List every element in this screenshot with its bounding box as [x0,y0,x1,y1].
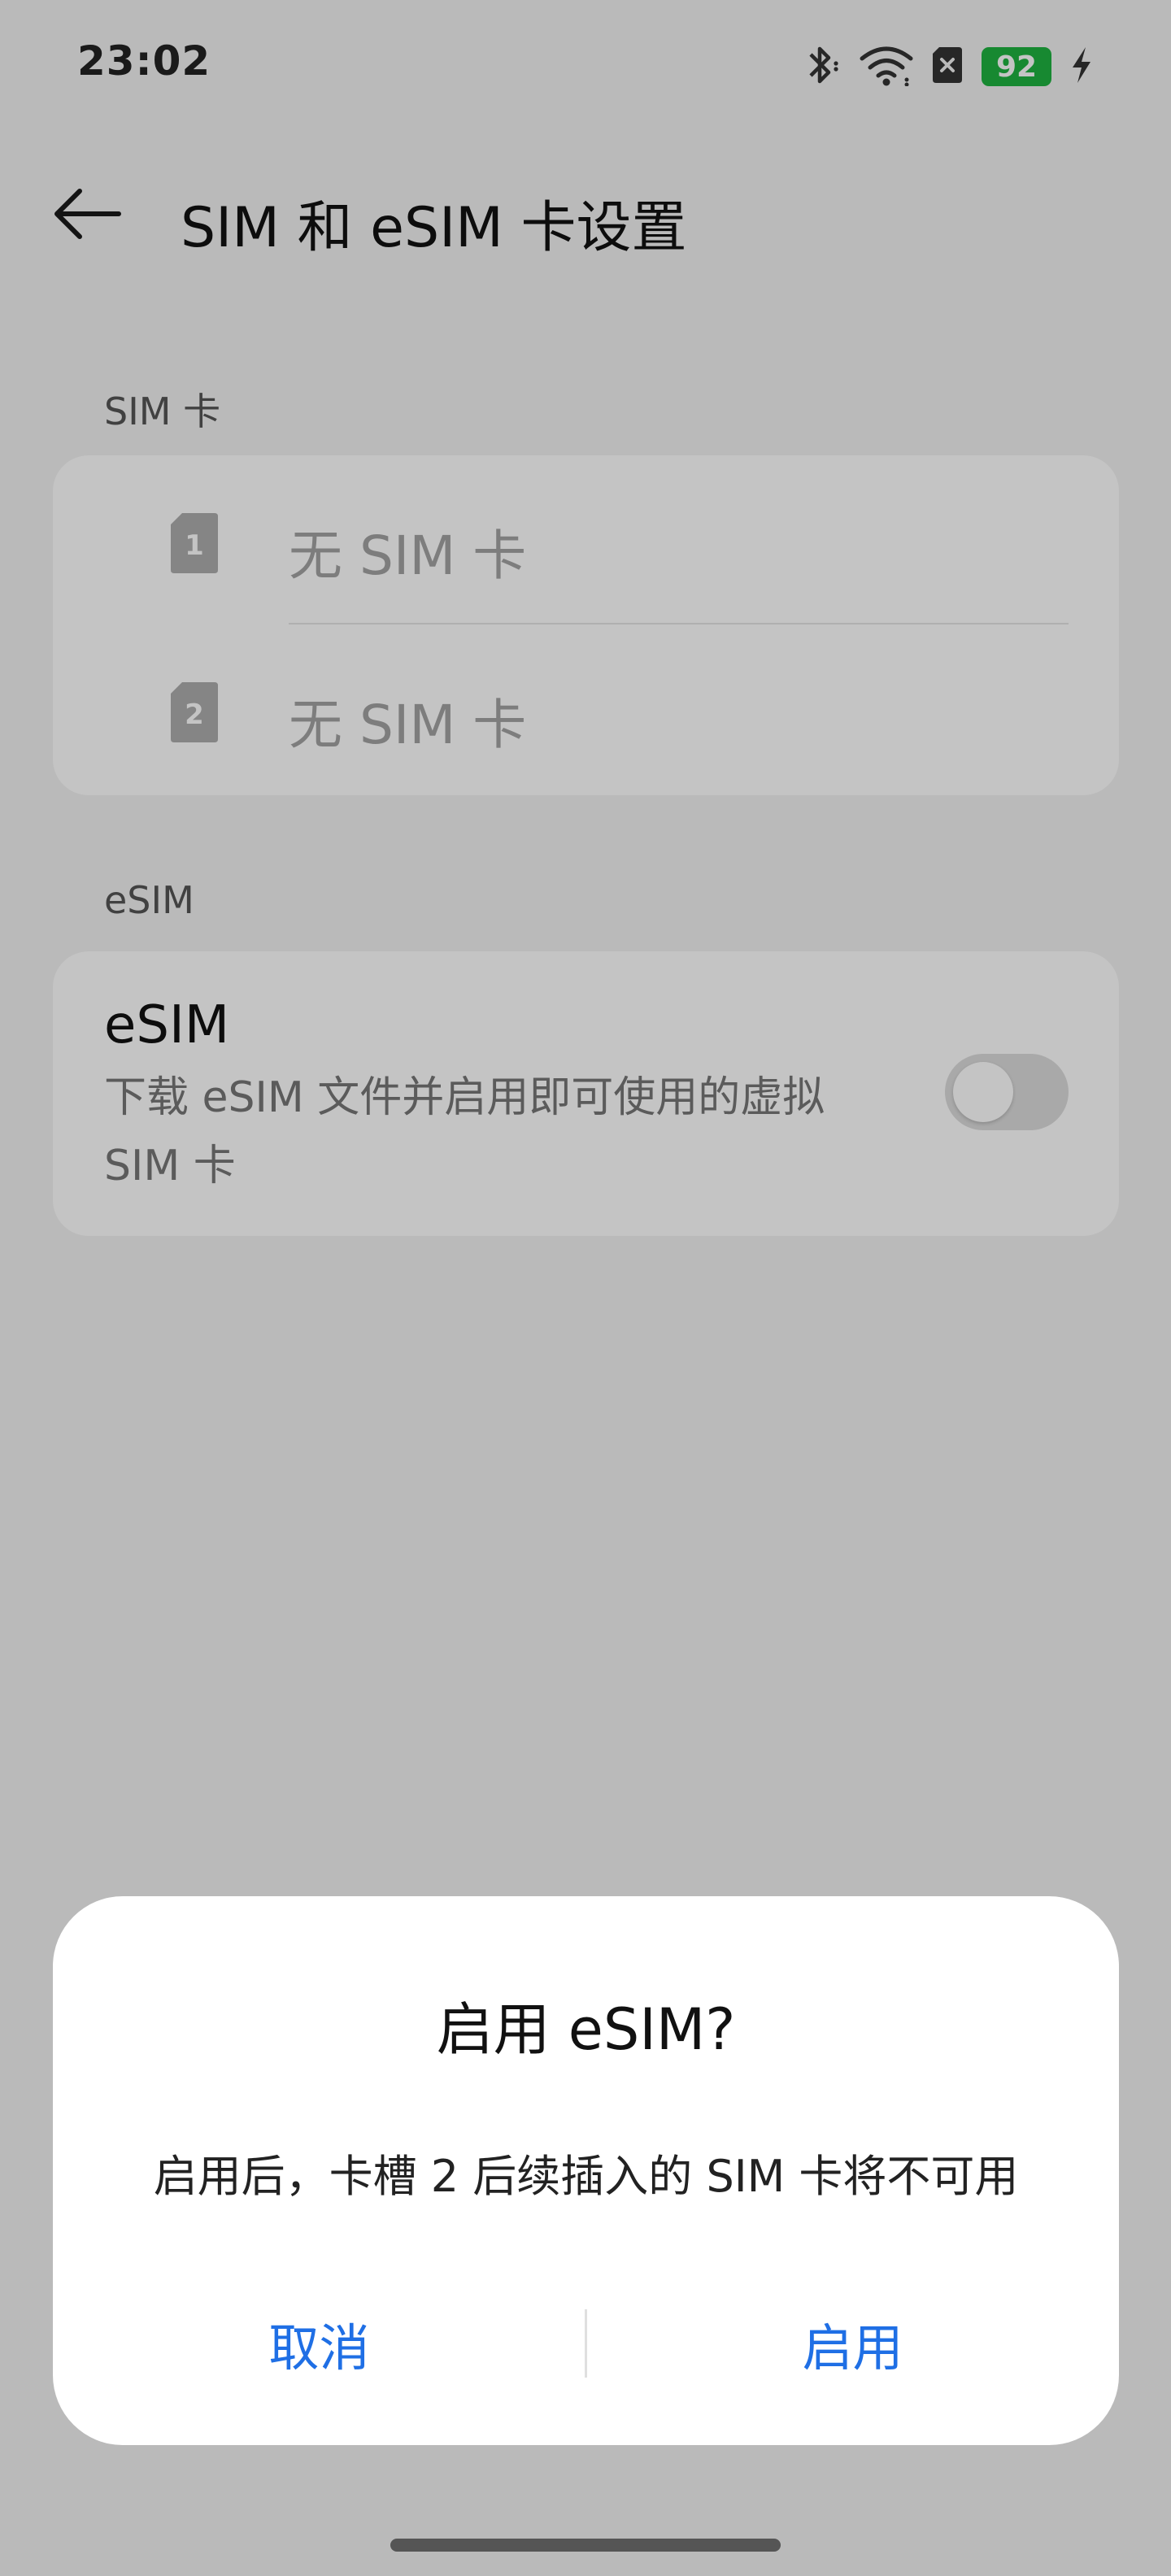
dialog-title: 启用 eSIM? [436,1996,736,2063]
dialog-message: 启用后，卡槽 2 后续插入的 SIM 卡将不可用 [153,2151,1019,2202]
enable-esim-dialog: 启用 eSIM? 启用后，卡槽 2 后续插入的 SIM 卡将不可用 取消 启用 [53,1896,1119,2445]
home-indicator[interactable] [390,2539,781,2552]
cancel-button[interactable]: 取消 [53,2291,586,2395]
enable-button[interactable]: 启用 [586,2291,1119,2395]
